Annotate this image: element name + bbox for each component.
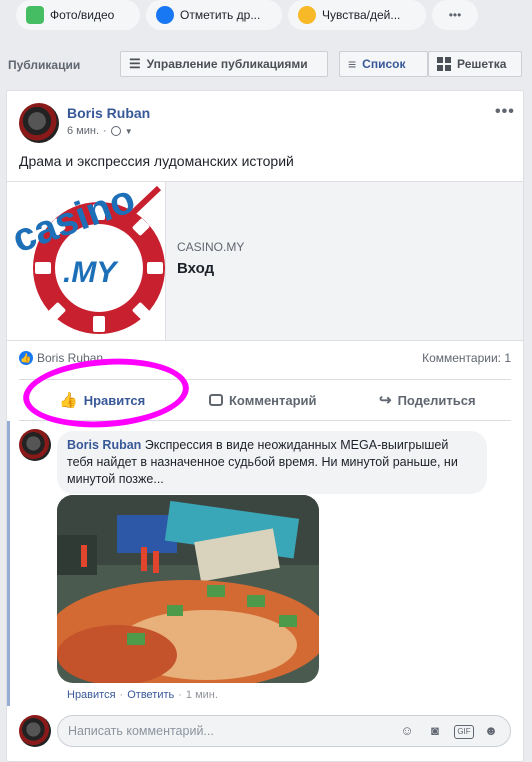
comment-input-placeholder: Написать комментарий... [68,724,214,738]
grid-view-label: Решетка [457,57,507,71]
author-name[interactable]: Boris Ruban [67,105,150,121]
feeling-icon [298,6,316,24]
composer-bar: Фото/видео Отметить др... Чувства/дей...… [0,0,532,40]
post-text: Драма и экспрессия лудоманских историй [19,153,294,169]
link-preview-image[interactable]: casino .MY [6,177,166,340]
list-icon: ≡ [348,56,357,72]
feeling-label: Чувства/дей... [322,8,401,22]
comment-photo[interactable] [57,495,319,683]
manage-posts-button[interactable]: ☰ Управление публикациями [120,51,328,77]
share-button[interactable]: ↪ Поделиться [379,380,476,420]
post-time[interactable]: 6 мин. [67,125,99,137]
thread-line [7,421,10,706]
tag-friends-icon [156,6,174,24]
comment-time[interactable]: 1 мин. [186,689,218,701]
sticker-icon[interactable]: ☻ [482,723,500,739]
emoji-icon[interactable]: ☺ [398,723,416,739]
like-reaction-icon: 👍 [19,351,33,365]
comments-count[interactable]: Комментарии: 1 [422,351,511,365]
post-meta: 6 мин. · ▼ [67,125,133,137]
comment-like-link[interactable]: Нравится [67,689,116,701]
comment-sep-2: · [178,689,182,701]
privacy-separator: · [103,125,107,137]
logo-text-my: .MY [63,256,119,289]
author-avatar[interactable] [19,103,59,143]
comment-reply-link[interactable]: Ответить [127,689,174,701]
comment-button[interactable]: Комментарий [209,380,317,420]
grid-view-button[interactable]: Решетка [428,51,522,77]
globe-icon[interactable] [110,126,121,136]
composer-more-button[interactable]: ••• [432,0,478,30]
comment-label: Комментарий [229,392,317,408]
share-icon: ↪ [379,392,392,409]
manage-posts-label: Управление публикациями [146,57,308,71]
casino-logo: casino .MY [6,177,165,334]
manage-icon: ☰ [129,56,141,71]
link-preview[interactable]: casino .MY CASINO.MY Вход [6,177,523,341]
my-avatar[interactable] [19,715,51,747]
photo-icon [26,6,44,24]
tag-friends-label: Отметить др... [180,8,261,22]
list-view-label: Список [362,57,406,71]
comment-icon [209,394,223,406]
list-view-button[interactable]: ≡ Список [339,51,428,77]
comment-author[interactable]: Boris Ruban [67,438,141,452]
post-options-button[interactable]: ••• [495,103,515,121]
comment-actions: Нравится · Ответить · 1 мин. [67,689,218,701]
link-domain: CASINO.MY [177,240,245,254]
comment-bubble: Boris Ruban Экспрессия в виде неожиданны… [57,431,487,494]
comment-sep-1: · [119,689,124,701]
post-card: Boris Ruban 6 мин. · ▼ ••• Драма и экспр… [6,90,524,762]
crashed-truck-photo [57,495,319,683]
photo-video-button[interactable]: Фото/видео [16,0,140,30]
link-title[interactable]: Вход [177,260,214,277]
photo-video-label: Фото/видео [50,8,115,22]
feeling-button[interactable]: Чувства/дей... [288,0,426,30]
comment-input[interactable]: Написать комментарий... ☺ ◙ GIF ☻ [57,715,511,747]
grid-icon [437,57,451,71]
publications-label: Публикации [8,58,81,72]
gif-icon[interactable]: GIF [454,725,474,739]
tag-friends-button[interactable]: Отметить др... [146,0,282,30]
camera-icon[interactable]: ◙ [426,723,444,739]
share-label: Поделиться [397,392,476,408]
more-icon: ••• [448,8,462,22]
commenter-avatar[interactable] [19,429,51,461]
chevron-down-icon[interactable]: ▼ [125,127,133,136]
